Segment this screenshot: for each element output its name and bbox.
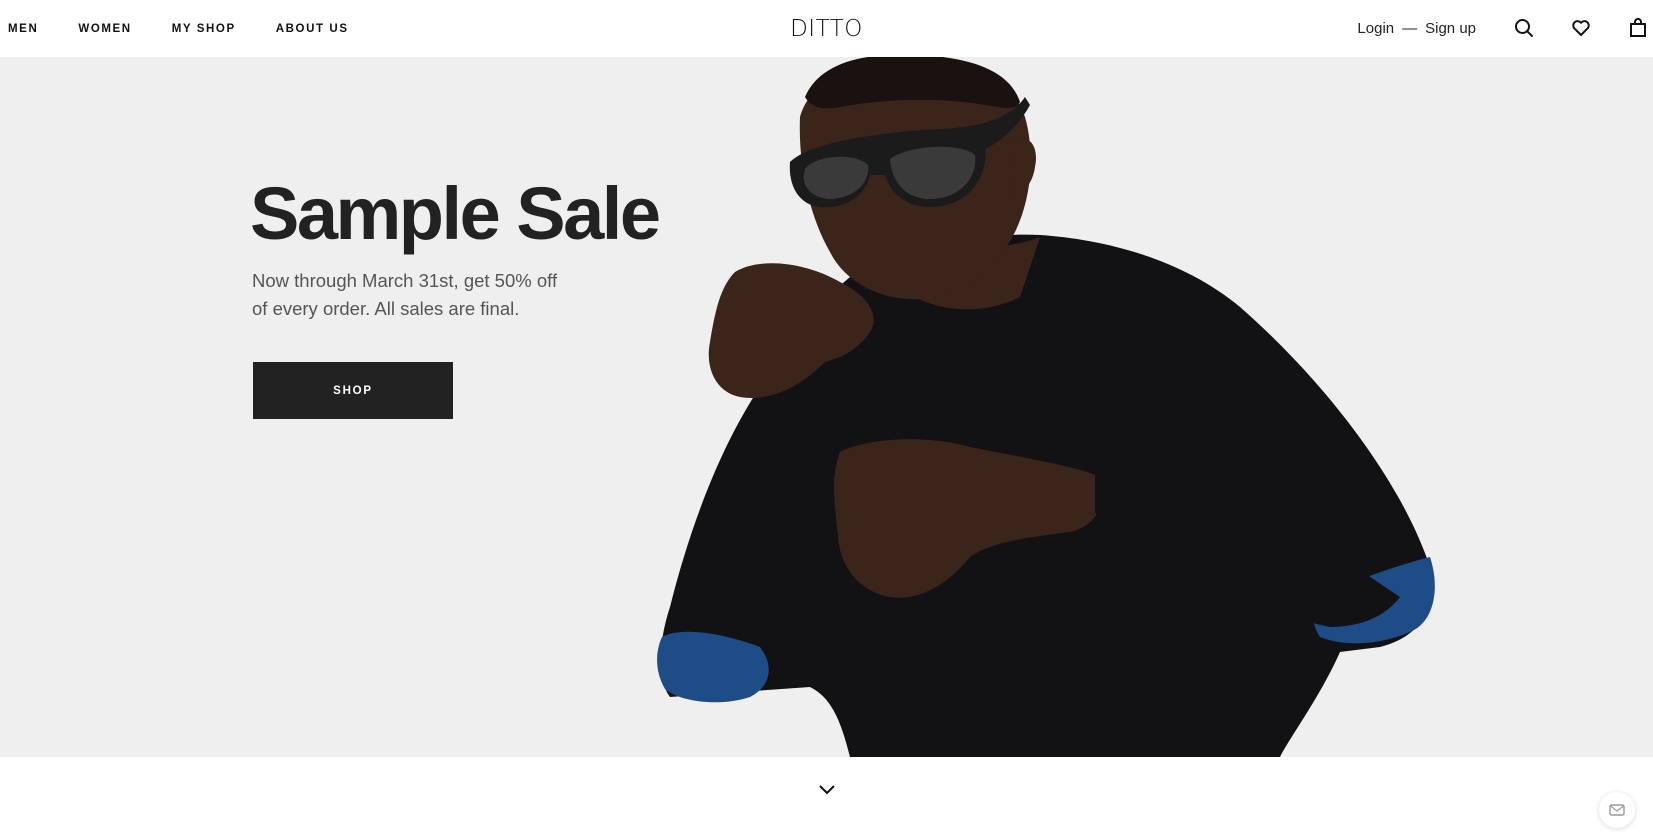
site-header: MEN WOMEN MY SHOP ABOUT US DITTO Login —… [0,0,1653,57]
chevron-down-icon [819,785,835,795]
chat-button[interactable] [1599,792,1635,828]
search-icon [1515,19,1533,37]
chat-icon [1609,804,1625,816]
shop-button[interactable]: SHOP [253,362,453,419]
login-link[interactable]: Login [1357,20,1394,37]
auth-separator: — [1402,20,1418,37]
hero-model-image [657,57,1435,757]
main-nav: MEN WOMEN MY SHOP ABOUT US [8,0,349,57]
hero-title: Sample Sale [250,172,661,255]
nav-item-about-us[interactable]: ABOUT US [276,23,349,35]
search-button[interactable] [1512,16,1536,40]
nav-item-my-shop[interactable]: MY SHOP [172,23,236,35]
heart-icon [1572,20,1590,36]
brand-logo[interactable]: DITTO [790,16,863,42]
shopping-bag-icon [1630,18,1646,37]
hero-banner: Sample Sale Now through March 31st, get … [0,57,1653,757]
hero-subtitle: Now through March 31st, get 50% off of e… [252,270,558,319]
scroll-down-button[interactable] [814,778,840,802]
wishlist-button[interactable] [1569,16,1593,40]
bag-button[interactable] [1626,16,1650,40]
nav-item-men[interactable]: MEN [8,23,38,35]
auth-links: Login — Sign up [1357,0,1476,57]
signup-link[interactable]: Sign up [1425,20,1476,37]
nav-item-women[interactable]: WOMEN [78,23,131,35]
